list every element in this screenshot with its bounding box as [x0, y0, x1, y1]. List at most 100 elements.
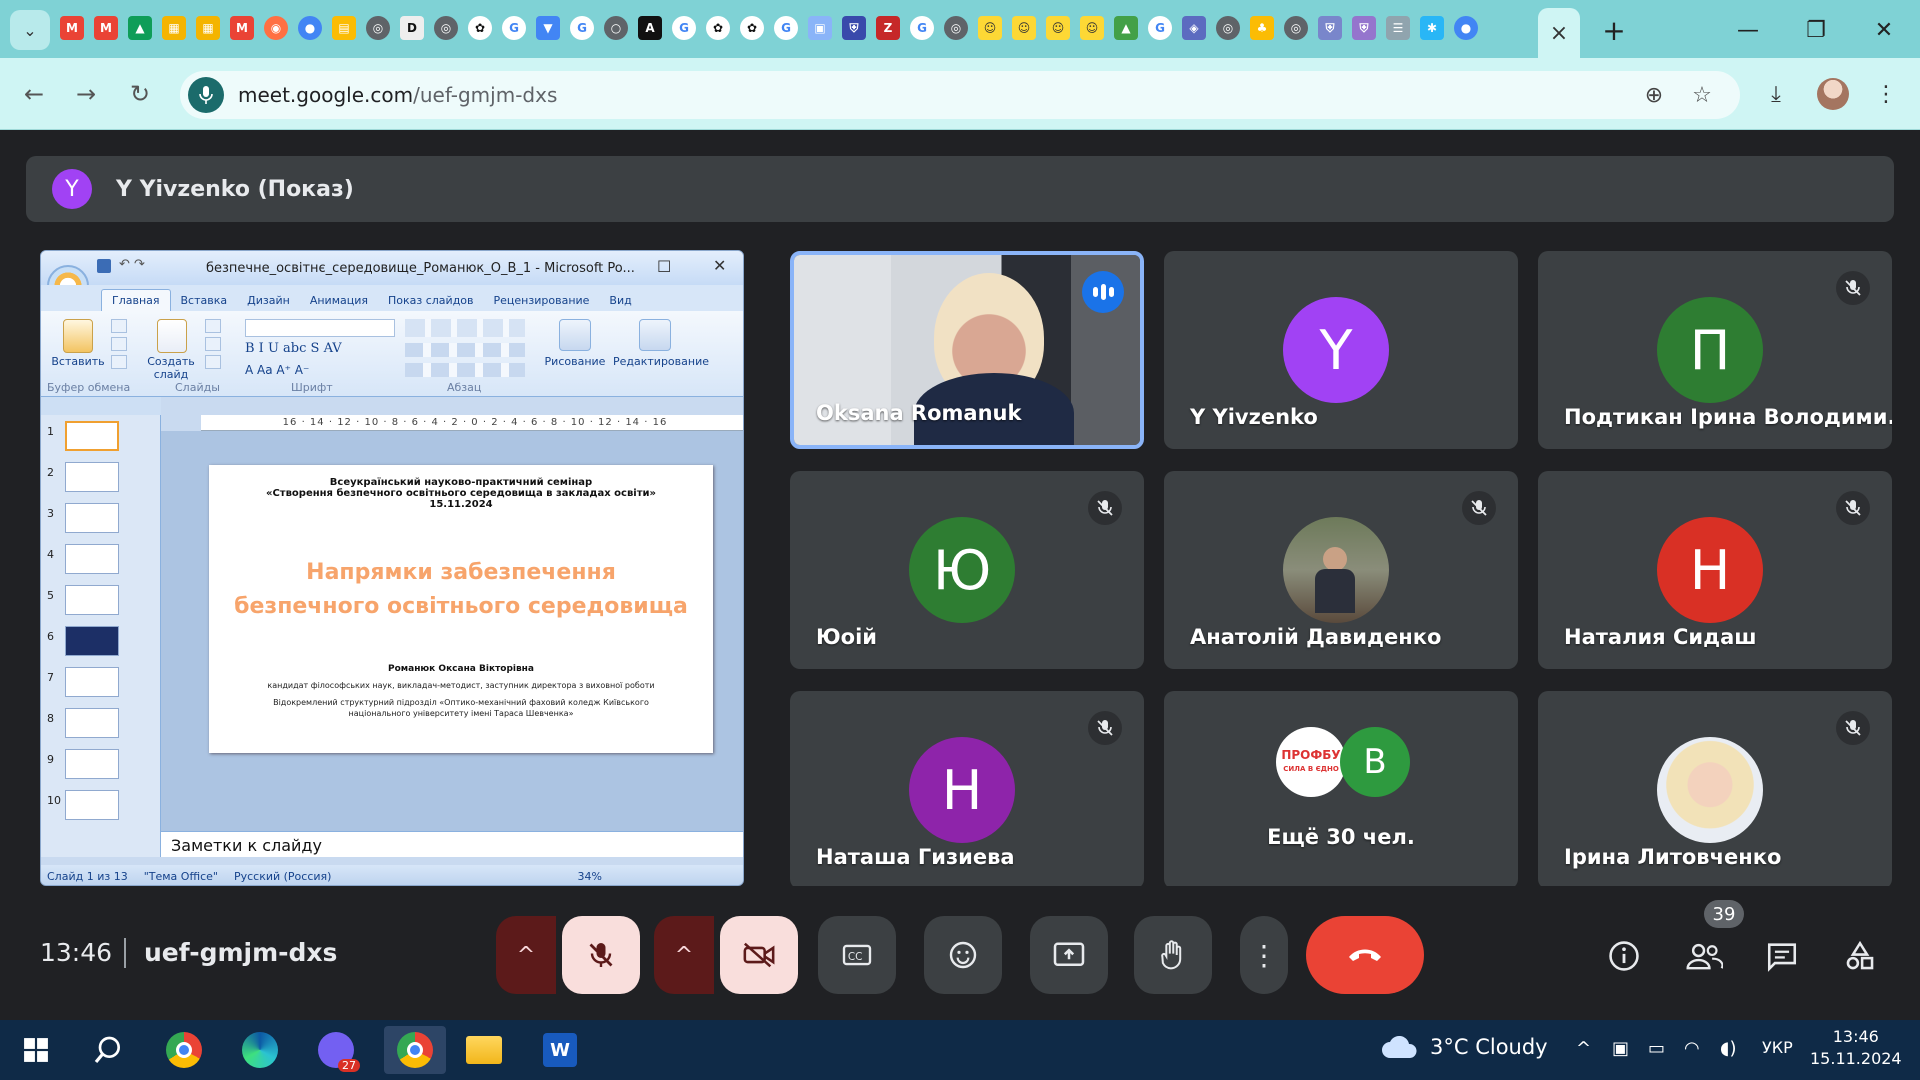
camera-toggle-button[interactable]	[720, 916, 798, 994]
google-tab-icon[interactable]: G	[910, 16, 934, 40]
meeting-info-button[interactable]	[1604, 936, 1644, 976]
participant-tile-podtykan[interactable]: П Подтикан Ірина Володими...	[1538, 251, 1892, 449]
thumb-pane-tabs[interactable]	[41, 397, 161, 415]
emoji-button[interactable]	[924, 916, 1002, 994]
site-tab-icon[interactable]: ▣	[808, 16, 832, 40]
current-slide[interactable]: Всеукраїнський науково-практичний семіна…	[209, 465, 713, 753]
present-screen-button[interactable]	[1030, 916, 1108, 994]
search-button[interactable]	[84, 1026, 132, 1074]
wifi-icon[interactable]: ◠	[1684, 1038, 1700, 1059]
site-tab-icon[interactable]: ▼	[536, 16, 560, 40]
audio-options-button[interactable]: ^	[496, 916, 556, 994]
slide-thumbnails[interactable]: 1 2 3 4 5 6 7 8 9 10	[41, 415, 161, 857]
site-tab-icon[interactable]: ☺	[1046, 16, 1070, 40]
site-tab-icon[interactable]: ☺	[1012, 16, 1036, 40]
site-tab-icon[interactable]: A	[638, 16, 662, 40]
globe-tab-icon[interactable]: ◎	[1284, 16, 1308, 40]
google-tab-icon[interactable]: G	[502, 16, 526, 40]
slide-thumb-3[interactable]	[65, 503, 119, 533]
drawing-button[interactable]: Рисование	[541, 355, 609, 368]
ribbon-tab-design[interactable]: Дизайн	[237, 294, 300, 311]
site-tab-icon[interactable]: ✿	[740, 16, 764, 40]
ppt-undo-icon[interactable]: ↶ ↷	[119, 257, 145, 272]
format-painter-icon[interactable]	[111, 355, 127, 369]
window-close-icon[interactable]: ✕	[1864, 14, 1904, 46]
minimize-icon[interactable]: —	[1728, 14, 1768, 46]
reset-icon[interactable]	[205, 337, 221, 351]
back-icon[interactable]: ←	[16, 76, 52, 112]
viber-taskbar-icon[interactable]: 27	[312, 1026, 360, 1074]
slide-canvas[interactable]: Всеукраїнський науково-практичний семіна…	[161, 431, 743, 831]
site-tab-icon[interactable]: ◈	[1182, 16, 1206, 40]
gmail-tab-icon[interactable]: M	[230, 16, 254, 40]
font-name-select[interactable]	[245, 319, 395, 337]
google-tab-icon[interactable]: G	[570, 16, 594, 40]
ribbon-tab-insert[interactable]: Вставка	[171, 294, 238, 311]
drive-tab-icon[interactable]: ▲	[128, 16, 152, 40]
input-language[interactable]: УКР	[1762, 1038, 1793, 1057]
site-tab-icon[interactable]: ☺	[1080, 16, 1104, 40]
start-button[interactable]	[12, 1026, 60, 1074]
layout-icon[interactable]	[205, 319, 221, 333]
leave-call-button[interactable]	[1306, 916, 1424, 994]
ribbon-tab-review[interactable]: Рецензирование	[484, 294, 600, 311]
zoom-icon[interactable]: ⊕	[1636, 77, 1672, 113]
battery-icon[interactable]: ▭	[1648, 1038, 1665, 1059]
chat-button[interactable]	[1762, 936, 1802, 976]
site-tab-icon[interactable]: ▲	[1114, 16, 1138, 40]
weather-widget[interactable]: 3°C Cloudy	[1380, 1034, 1548, 1060]
site-tab-icon[interactable]: ⛨	[1318, 16, 1342, 40]
font-size-buttons[interactable]: A Aa A⁺ A⁻	[245, 363, 309, 377]
slide-thumb-2[interactable]	[65, 462, 119, 492]
people-button[interactable]	[1684, 936, 1724, 976]
participant-tile-yivzenko[interactable]: Y Y Yivzenko	[1164, 251, 1518, 449]
ppt-save-icon[interactable]	[97, 259, 111, 273]
activities-button[interactable]	[1840, 936, 1880, 976]
slide-thumb-8[interactable]	[65, 708, 119, 738]
site-tab-icon[interactable]: ☰	[1386, 16, 1410, 40]
slide-thumb-9[interactable]	[65, 749, 119, 779]
ppt-close-icon[interactable]: ✕	[713, 256, 726, 275]
system-clock[interactable]: 13:46 15.11.2024	[1810, 1026, 1902, 1070]
maps-tab-icon[interactable]: ●	[1454, 16, 1478, 40]
profile-avatar[interactable]	[1817, 78, 1849, 110]
site-tab-icon[interactable]: ▤	[332, 16, 356, 40]
editing-button[interactable]: Редактирование	[613, 355, 709, 368]
restore-icon[interactable]: ❐	[1796, 14, 1836, 46]
align-buttons[interactable]	[405, 363, 525, 377]
file-explorer-taskbar-icon[interactable]	[460, 1026, 508, 1074]
status-zoom[interactable]: 34%	[577, 870, 601, 883]
more-participants-tile[interactable]: ПРОФБУ СИЛА В ЄДНО В Ещё 30 чел.	[1164, 691, 1518, 889]
chrome-taskbar-icon[interactable]	[160, 1026, 208, 1074]
globe-tab-icon[interactable]: ◎	[1216, 16, 1240, 40]
ribbon-tab-slideshow[interactable]: Показ слайдов	[378, 294, 484, 311]
slide-thumb-5[interactable]	[65, 585, 119, 615]
classroom-tab-icon[interactable]: ▦	[196, 16, 220, 40]
paste-button[interactable]: Вставить	[51, 355, 105, 368]
site-tab-icon[interactable]: Z	[876, 16, 900, 40]
participant-tile-davydenko[interactable]: Анатолій Давиденко	[1164, 471, 1518, 669]
ppt-maximize-icon[interactable]: ☐	[657, 257, 671, 276]
gmail-tab-icon[interactable]: M	[60, 16, 84, 40]
slide-thumb-10[interactable]	[65, 790, 119, 820]
slide-thumb-7[interactable]	[65, 667, 119, 697]
reload-icon[interactable]: ↻	[122, 76, 158, 112]
volume-icon[interactable]: ◖)	[1720, 1038, 1737, 1059]
edge-taskbar-icon[interactable]	[236, 1026, 284, 1074]
mic-permission-icon[interactable]	[188, 77, 224, 113]
site-tab-icon[interactable]: ✱	[1420, 16, 1444, 40]
mic-toggle-button[interactable]	[562, 916, 640, 994]
site-tab-icon[interactable]: ⛨	[1352, 16, 1376, 40]
meet-tray-icon[interactable]: ▣	[1612, 1038, 1629, 1059]
show-hidden-icons[interactable]: ^	[1576, 1038, 1591, 1059]
raise-hand-button[interactable]	[1134, 916, 1212, 994]
font-format-buttons[interactable]: B I U abc S AV	[245, 341, 342, 356]
shared-screen[interactable]: безпечне_освітнє_середовище_Романюк_О_В_…	[40, 250, 744, 886]
paragraph-buttons[interactable]	[405, 343, 525, 357]
delete-slide-icon[interactable]	[205, 355, 221, 369]
video-options-button[interactable]: ^	[654, 916, 714, 994]
slide-thumb-4[interactable]	[65, 544, 119, 574]
google-tab-icon[interactable]: G	[672, 16, 696, 40]
captions-button[interactable]: CC	[818, 916, 896, 994]
word-taskbar-icon[interactable]: W	[536, 1026, 584, 1074]
